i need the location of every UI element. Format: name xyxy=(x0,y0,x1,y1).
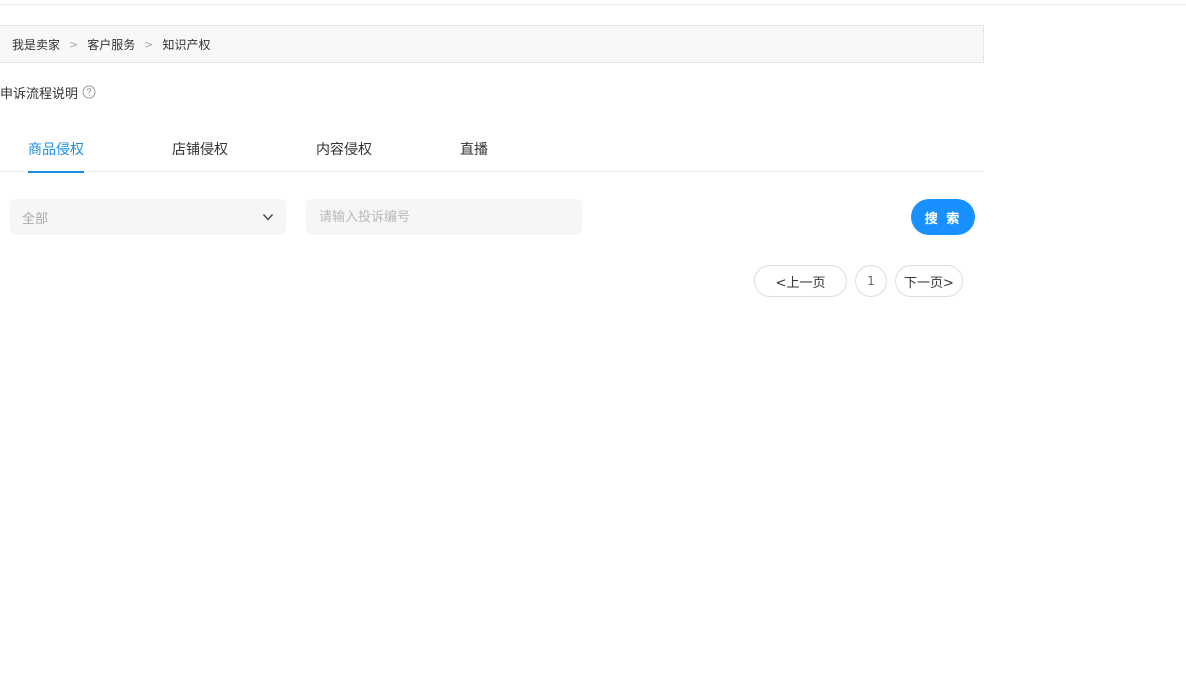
next-page-button[interactable]: 下一页> xyxy=(895,265,963,297)
status-select-value: 全部 xyxy=(22,211,49,227)
question-circle-icon[interactable] xyxy=(82,85,96,99)
tab-live-stream[interactable]: 直播 xyxy=(460,128,488,172)
breadcrumb: 我是卖家 > 客户服务 > 知识产权 xyxy=(0,25,984,63)
tab-store-infringement[interactable]: 店铺侵权 xyxy=(172,128,228,172)
appeal-process-label: 申诉流程说明 xyxy=(0,86,79,102)
chevron-down-icon xyxy=(261,210,275,224)
top-divider xyxy=(0,4,1186,5)
appeal-process-link[interactable]: 申诉流程说明 xyxy=(0,83,96,102)
breadcrumb-item-ip: 知识产权 xyxy=(162,37,211,52)
breadcrumb-item-customer-service[interactable]: 客户服务 xyxy=(87,36,135,53)
tab-bar: 商品侵权 店铺侵权 内容侵权 直播 xyxy=(0,128,984,173)
search-button[interactable]: 搜 索 xyxy=(911,199,975,235)
prev-page-button[interactable]: <上一页 xyxy=(754,265,847,297)
breadcrumb-item-seller[interactable]: 我是卖家 xyxy=(12,36,60,53)
breadcrumb-separator: > xyxy=(144,37,154,51)
tab-goods-infringement[interactable]: 商品侵权 xyxy=(28,128,84,173)
page: 我是卖家 > 客户服务 > 知识产权 申诉流程说明 商品侵权 店铺侵权 内容侵权… xyxy=(0,0,1186,681)
tab-content-infringement[interactable]: 内容侵权 xyxy=(316,128,372,172)
status-select[interactable]: 全部 xyxy=(10,199,286,235)
page-number-button[interactable]: 1 xyxy=(855,265,887,297)
complaint-number-input[interactable] xyxy=(306,199,582,235)
breadcrumb-separator: > xyxy=(69,37,79,51)
